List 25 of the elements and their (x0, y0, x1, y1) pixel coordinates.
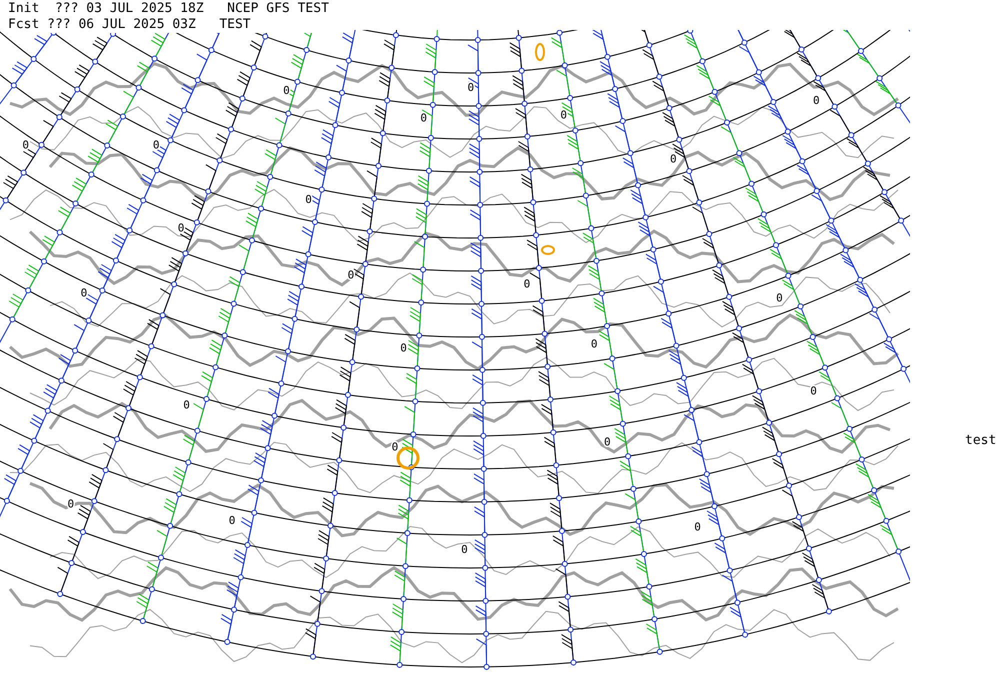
contour-label: 0 (813, 94, 820, 108)
contour-label: 0 (228, 514, 236, 527)
contour-label: 0 (590, 337, 598, 350)
contour-label: 0 (305, 192, 312, 206)
contour-label: 0 (400, 342, 407, 355)
plot-title: Init ??? 03 JUL 2025 18Z NCEP GFS TEST (8, 1, 329, 17)
contour-label: 0 (560, 108, 567, 122)
contour-label: 0 (22, 138, 29, 152)
contour-label: 0 (604, 436, 611, 448)
contour-label: 0 (348, 268, 354, 282)
contour-label: 0 (694, 520, 701, 534)
contour-label: 0 (420, 112, 428, 125)
contour-label: 0 (178, 222, 184, 235)
side-label: test (965, 433, 996, 448)
contour-label: 0 (776, 292, 783, 305)
contour-label: 0 (68, 497, 74, 510)
contour-label: 0 (80, 286, 88, 300)
contour-label: 0 (461, 542, 468, 556)
contour-label: 0 (524, 278, 530, 291)
contour-label: 0 (810, 384, 817, 398)
contour-label: 0 (392, 440, 398, 454)
contour-label: 0 (468, 80, 474, 94)
plot-title: Fcst ??? 06 JUL 2025 03Z TEST (8, 17, 252, 33)
contour-label: 0 (183, 398, 190, 412)
contour-label: 0 (670, 152, 677, 166)
